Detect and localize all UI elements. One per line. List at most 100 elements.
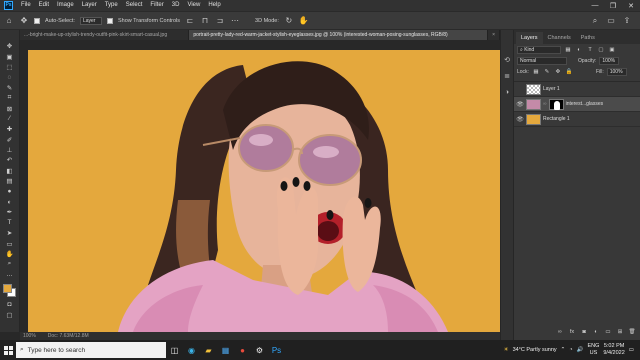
dodge-icon[interactable]: ◐ [4,198,16,206]
tab-document-2[interactable]: portrait-pretty-lady-red-warm-jacket-sty… [189,30,489,40]
canvas-area[interactable] [20,40,500,332]
photoshop-taskbar-icon[interactable]: Ps [268,340,285,360]
network-icon[interactable]: ◔ [569,347,572,353]
opacity-field[interactable]: 100% [599,56,620,65]
move-icon[interactable]: ✥ [4,42,16,50]
menu-image[interactable]: Image [53,0,78,11]
menu-view[interactable]: View [183,0,204,11]
eye-icon[interactable]: 👁 [514,101,526,108]
type-icon[interactable]: T [4,219,16,227]
color-swatches[interactable] [2,283,17,298]
lock-paint-icon[interactable]: ✎ [543,68,551,76]
show-transform-checkbox[interactable] [106,17,113,24]
hand-icon[interactable]: ✋ [4,250,16,258]
healing-icon[interactable]: ✚ [4,125,16,133]
eraser-icon[interactable]: ◧ [4,167,16,175]
history-icon[interactable]: ⟲ [502,55,512,65]
auto-select-checkbox[interactable] [34,17,40,24]
frame-icon[interactable]: ⊠ [4,104,16,113]
restore-button[interactable]: ❐ [604,0,622,11]
adjustment-layer-icon[interactable]: ◐ [592,328,600,336]
quick-select-icon[interactable]: ✎ [4,84,16,92]
tab-paths[interactable]: Paths [576,32,600,44]
windows-start-icon[interactable] [0,340,16,360]
zoom-icon[interactable]: ⌕ [4,260,16,268]
link-layers-icon[interactable]: ∞ [556,328,564,336]
add-mask-icon[interactable]: ◙ [580,328,588,336]
store-icon[interactable]: ▦ [217,340,234,360]
align-left-icon[interactable]: ⊏ [185,16,195,26]
foreground-color-swatch[interactable] [2,283,12,293]
align-center-icon[interactable]: ⊓ [200,16,210,26]
menu-edit[interactable]: Edit [35,0,53,11]
blend-mode-select[interactable]: Normal [517,56,567,65]
align-right-icon[interactable]: ⊐ [215,16,225,26]
auto-select-target[interactable]: Layer [79,16,102,25]
lock-all-icon[interactable]: 🔒 [565,68,573,76]
tab-document-1[interactable]: ...-bright-make-up-stylish-trendy-outfit… [20,30,190,40]
clock[interactable]: 5:02 PM 9/4/2022 [603,343,624,357]
lock-move-icon[interactable]: ✥ [554,68,562,76]
settings-icon[interactable]: ⚙ [251,340,268,360]
zoom-level[interactable]: 100% [23,333,36,339]
minimize-button[interactable]: — [586,0,604,11]
kind-filter[interactable]: ⌕ Kind [517,45,561,54]
close-button[interactable]: ✕ [622,0,640,11]
language-indicator[interactable]: ENG US [587,343,599,357]
layer-name[interactable]: Layer 1 [543,86,560,92]
menu-type[interactable]: Type [101,0,122,11]
menu-layer[interactable]: Layer [78,0,101,11]
layer-mask-thumbnail[interactable] [548,98,564,110]
blur-icon[interactable]: ● [4,187,16,195]
layer-row[interactable]: Layer 1 [514,82,640,97]
distribute-icon[interactable]: ⋯ [230,16,240,26]
fill-field[interactable]: 100% [606,67,627,76]
shape-filter-icon[interactable]: ▢ [597,46,605,54]
fx-icon[interactable]: fx [568,328,576,336]
3d-rotate-icon[interactable]: ↻ [284,16,294,26]
crop-icon[interactable]: ⌗ [4,94,16,102]
pen-icon[interactable]: ✒ [4,208,16,216]
eyedropper-icon[interactable]: ⁄ [4,115,16,123]
path-select-icon[interactable]: ➤ [4,229,16,237]
tab-channels[interactable]: Channels [543,32,576,44]
layer-name[interactable]: Rectangle 1 [543,116,570,122]
stamp-icon[interactable]: ⊥ [4,146,16,154]
rectangle-icon[interactable]: ▭ [4,239,16,248]
menu-file[interactable]: File [17,0,35,11]
volume-icon[interactable]: 🔊 [577,347,584,353]
trash-icon[interactable]: 🗑 [628,328,636,336]
eye-icon[interactable]: 👁 [514,116,526,123]
more-tools-icon[interactable]: … [4,271,16,279]
tray-overflow-icon[interactable]: ⌃ [561,347,566,353]
file-explorer-icon[interactable]: ▰ [200,340,217,360]
menu-help[interactable]: Help [204,0,224,11]
workspace-icon[interactable]: ▭ [606,16,616,26]
notifications-icon[interactable]: ▭ [629,347,634,353]
document-canvas[interactable] [28,50,500,332]
layer-row[interactable]: 👁 Rectangle 1 [514,112,640,127]
lock-pixels-icon[interactable]: ▦ [532,68,540,76]
group-icon[interactable]: ▭ [604,328,612,336]
3d-pan-icon[interactable]: ✋ [299,16,309,26]
layer-name[interactable]: interest...glasses [566,101,604,107]
type-filter-icon[interactable]: T [586,46,594,54]
tab-close[interactable]: × [488,30,500,40]
marquee-icon[interactable]: ⬚ [4,63,16,71]
adjustments-icon[interactable]: ◑ [502,87,512,97]
properties-icon[interactable]: ≣ [502,71,512,81]
new-layer-icon[interactable]: ⊞ [616,328,624,336]
lasso-icon[interactable]: ◌ [4,73,16,81]
gradient-icon[interactable]: ▤ [4,177,16,185]
quick-mask-icon[interactable]: ◘ [4,300,16,308]
menu-3d[interactable]: 3D [168,0,184,11]
taskbar-search[interactable]: ⌕ Type here to search [16,342,166,358]
search-icon[interactable]: ⌕ [590,16,600,26]
screen-mode-icon[interactable]: ▢ [4,310,16,319]
artboard-icon[interactable]: ▣ [4,52,16,61]
brush-icon[interactable]: ✐ [4,136,16,144]
pixel-filter-icon[interactable]: ▦ [564,46,572,54]
tab-layers[interactable]: Layers [516,32,543,44]
menu-filter[interactable]: Filter [146,0,167,11]
chrome-icon[interactable]: ● [234,340,251,360]
